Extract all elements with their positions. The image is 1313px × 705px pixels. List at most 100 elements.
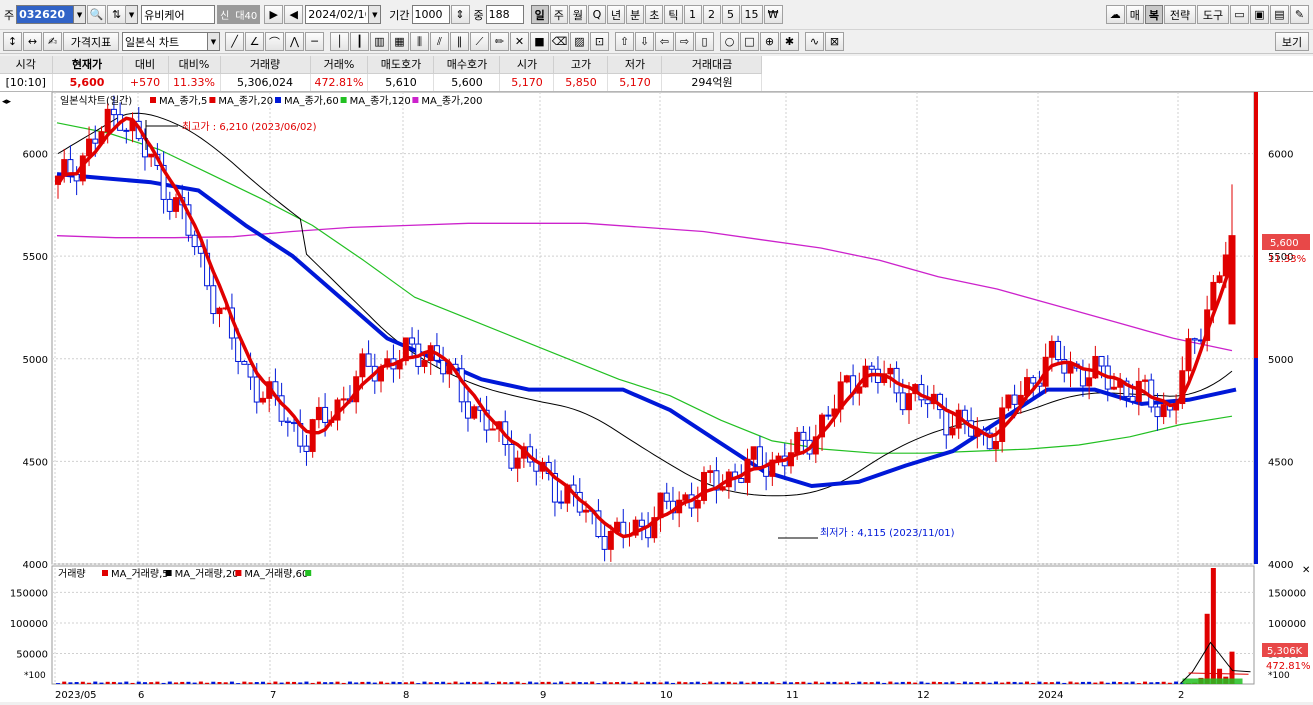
candle-body bbox=[508, 444, 515, 469]
period-button[interactable]: 15 bbox=[740, 5, 763, 24]
chart-icon[interactable]: ⊠ bbox=[825, 32, 844, 51]
view-button[interactable]: 보기 bbox=[1275, 32, 1309, 51]
edit-icon[interactable]: ✍ bbox=[43, 32, 62, 51]
toolbar-right-button[interactable]: 매 bbox=[1125, 5, 1144, 24]
volume-bar bbox=[528, 681, 533, 684]
angle-tool-icon[interactable]: ∠ bbox=[245, 32, 264, 51]
period-button[interactable]: 년 bbox=[607, 5, 626, 24]
print-icon[interactable]: ▤ bbox=[1270, 5, 1289, 24]
channel-tool-icon[interactable]: ⫽ bbox=[430, 32, 449, 51]
box-tool-icon[interactable]: ▦ bbox=[390, 32, 409, 51]
candle-body bbox=[1055, 340, 1062, 361]
period-button[interactable]: 2 bbox=[702, 5, 721, 24]
period-button[interactable]: 주 bbox=[549, 5, 568, 24]
volume-bar bbox=[788, 682, 793, 684]
period-button[interactable]: Q bbox=[588, 5, 607, 24]
pencil-icon[interactable]: ✏ bbox=[490, 32, 509, 51]
wave-icon[interactable]: ∿ bbox=[805, 32, 824, 51]
arrow-left-icon[interactable]: ⇦ bbox=[655, 32, 674, 51]
parallel-tool-icon[interactable]: ∥ bbox=[450, 32, 469, 51]
cloud-icon[interactable]: ☁ bbox=[1105, 5, 1125, 24]
volume-bar bbox=[478, 682, 483, 684]
period-button[interactable]: 5 bbox=[721, 5, 740, 24]
arc-tool-icon[interactable]: ⌒ bbox=[265, 32, 284, 51]
arrow-down-icon[interactable]: ⇩ bbox=[635, 32, 654, 51]
spin-icon[interactable]: ⇕ bbox=[450, 5, 470, 24]
volume-bar bbox=[913, 682, 918, 684]
chart-area[interactable]: 2023/05 6 7 8 9 10 11 12 2024 2 6000 5500 5000 4500 40… bbox=[0, 91, 1313, 702]
cross-icon[interactable]: ✕ bbox=[510, 32, 529, 51]
stock-chart[interactable]: 2023/05 6 7 8 9 10 11 12 2024 2 6000 5500 5000 4500 40… bbox=[0, 91, 1313, 702]
toolbar-right-button[interactable]: 전략 bbox=[1164, 5, 1196, 24]
chevron-down-icon[interactable]: ▼ bbox=[74, 5, 87, 24]
volume-bar bbox=[583, 682, 588, 684]
volume-bar bbox=[919, 681, 924, 684]
period-button[interactable]: 틱 bbox=[664, 5, 683, 24]
candle-body bbox=[216, 307, 223, 315]
volume-ratio-text: 472.81% bbox=[1266, 661, 1311, 672]
candle-body bbox=[191, 234, 198, 248]
volume-panel[interactable] bbox=[51, 565, 1255, 685]
x-axis-label: 2024 bbox=[1038, 690, 1063, 701]
price-legend-item: MA_종가,5 bbox=[159, 95, 207, 107]
volume-bar bbox=[161, 682, 166, 684]
circle-icon[interactable]: ○ bbox=[720, 32, 739, 51]
arrow-left-right-icon[interactable]: ↔ bbox=[23, 32, 42, 51]
chart-type-select[interactable] bbox=[122, 32, 208, 51]
volume-bar bbox=[410, 681, 415, 684]
mid-input[interactable] bbox=[485, 5, 524, 24]
cycle-tool-icon[interactable]: ⫼ bbox=[410, 32, 429, 51]
zoom-icon[interactable]: ⊕ bbox=[760, 32, 779, 51]
chevron-down-icon[interactable]: ▼ bbox=[126, 5, 139, 24]
volume-bar bbox=[124, 681, 129, 684]
chevron-down-icon[interactable]: ▼ bbox=[208, 32, 220, 51]
period-button[interactable]: 1 bbox=[683, 5, 702, 24]
vertical-line-icon[interactable]: │ bbox=[330, 32, 349, 51]
fan-tool-icon[interactable]: ⋀ bbox=[285, 32, 304, 51]
legend-swatch bbox=[340, 97, 347, 103]
page-icon[interactable]: ▯ bbox=[695, 32, 714, 51]
color-icon[interactable]: ■ bbox=[530, 32, 549, 51]
toolbar-right-button[interactable]: 도구 bbox=[1197, 5, 1229, 24]
stock-name-input[interactable] bbox=[141, 5, 216, 24]
note-icon[interactable]: ▨ bbox=[570, 32, 589, 51]
stock-code-input[interactable] bbox=[16, 5, 75, 24]
candle-body bbox=[1030, 377, 1037, 384]
period-button[interactable]: 분 bbox=[626, 5, 645, 24]
arrow-up-down-icon[interactable]: ↕ bbox=[3, 32, 22, 51]
arrow-up-icon[interactable]: ⇧ bbox=[615, 32, 634, 51]
candle-body bbox=[315, 406, 322, 421]
save-icon[interactable]: ▣ bbox=[1250, 5, 1269, 24]
chevron-down-icon[interactable]: ▼ bbox=[369, 5, 382, 24]
period-button[interactable]: 월 bbox=[568, 5, 588, 24]
quote-value: 11.33% bbox=[168, 73, 221, 91]
folder-icon[interactable]: ▭ bbox=[1230, 5, 1249, 24]
period-button[interactable]: 일 bbox=[530, 5, 549, 24]
legend-swatch bbox=[275, 97, 281, 103]
play-right-icon[interactable]: ▶ bbox=[264, 5, 284, 24]
period-button[interactable]: 초 bbox=[645, 5, 664, 24]
wrench-icon[interactable]: ✎ bbox=[1290, 5, 1309, 24]
search-icon[interactable]: 🔍 bbox=[87, 5, 107, 24]
grid-tool-icon[interactable]: ▥ bbox=[370, 32, 389, 51]
volume-legend-item: MA_거래량,60 bbox=[244, 568, 308, 580]
volume-bar bbox=[1080, 681, 1085, 684]
won-icon[interactable]: ₩ bbox=[763, 5, 783, 24]
line-tool-icon[interactable]: ╱ bbox=[225, 32, 244, 51]
indicator-button[interactable]: 가격지표 bbox=[63, 32, 119, 51]
settings-icon[interactable]: ✱ bbox=[780, 32, 799, 51]
period-input[interactable] bbox=[411, 5, 450, 24]
date-input[interactable] bbox=[305, 5, 370, 24]
eraser-icon[interactable]: ⌫ bbox=[550, 32, 569, 51]
sort-icon[interactable]: ⇅ bbox=[107, 5, 127, 24]
play-left-icon[interactable]: ◀ bbox=[284, 5, 304, 24]
trend-tool-icon[interactable]: ⟋ bbox=[470, 32, 489, 51]
toolbar-right-button[interactable]: 복 bbox=[1144, 5, 1163, 24]
square-icon[interactable]: □ bbox=[740, 32, 759, 51]
volume-bar bbox=[397, 682, 402, 684]
fibonacci-time-icon[interactable]: ┃ bbox=[350, 32, 369, 51]
fullscreen-icon[interactable]: ⊡ bbox=[590, 32, 609, 51]
volume-bar bbox=[639, 682, 644, 684]
arrow-right-icon[interactable]: ⇨ bbox=[675, 32, 694, 51]
horizontal-line-icon[interactable]: ─ bbox=[305, 32, 324, 51]
